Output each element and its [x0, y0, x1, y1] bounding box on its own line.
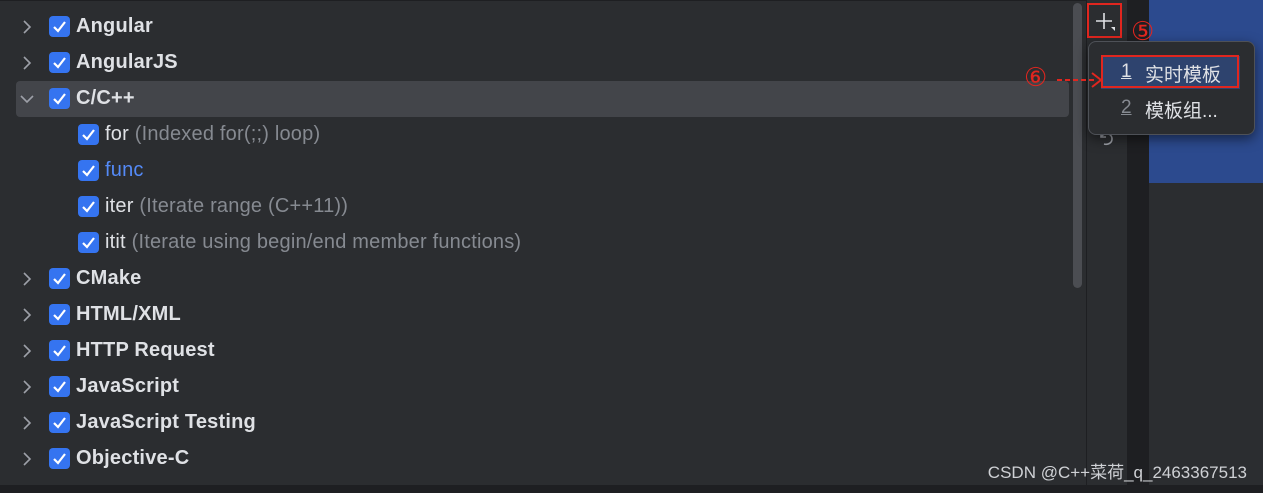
chevron-down-icon[interactable] [18, 90, 36, 108]
group-checkbox[interactable] [49, 376, 70, 397]
group-checkbox[interactable] [49, 52, 70, 73]
template-description: (Iterate range (C++11)) [139, 195, 349, 217]
bottom-border [0, 485, 1263, 493]
watermark: CSDN @C++菜荷_q_2463367513 [987, 463, 1247, 482]
group-checkbox[interactable] [49, 268, 70, 289]
chevron-right-icon[interactable] [18, 306, 36, 324]
chevron-right-icon[interactable] [18, 18, 36, 36]
template-abbreviation: itit [105, 231, 126, 253]
tree-group-cpp[interactable]: C/C++ [16, 81, 1069, 117]
chevron-right-icon[interactable] [18, 450, 36, 468]
group-checkbox[interactable] [49, 448, 70, 469]
group-label: Angular [76, 15, 153, 37]
group-label: JavaScript [76, 375, 180, 397]
live-templates-tree: Angular AngularJS C/C++ for (Indexed for… [0, 0, 1086, 486]
tree-group-angular[interactable]: Angular [0, 9, 1070, 45]
tree-group-angularjs[interactable]: AngularJS [0, 45, 1070, 81]
group-label: C/C++ [76, 87, 135, 109]
template-abbreviation: func [105, 159, 144, 181]
group-label: AngularJS [76, 51, 178, 73]
tree-group-http-request[interactable]: HTTP Request [0, 333, 1070, 369]
annotation-highlight-box [1101, 55, 1239, 88]
tree-group-html-xml[interactable]: HTML/XML [0, 297, 1070, 333]
vertical-scrollbar[interactable] [1073, 3, 1082, 288]
template-item-for[interactable]: for (Indexed for(;;) loop) [0, 117, 1070, 153]
chevron-right-icon[interactable] [18, 54, 36, 72]
template-abbreviation: for [105, 123, 129, 145]
group-label: CMake [76, 267, 142, 289]
tree-group-cmake[interactable]: CMake [0, 261, 1070, 297]
template-checkbox[interactable] [78, 124, 99, 145]
group-label: JavaScript Testing [76, 411, 256, 433]
tree-group-javascript-testing[interactable]: JavaScript Testing [0, 405, 1070, 441]
chevron-right-icon[interactable] [18, 414, 36, 432]
group-checkbox[interactable] [49, 304, 70, 325]
menu-item-label: 模板组... [1145, 101, 1218, 122]
template-description: (Indexed for(;;) loop) [134, 123, 321, 145]
plus-icon [1089, 10, 1120, 32]
add-button[interactable] [1087, 3, 1122, 38]
group-checkbox[interactable] [49, 88, 70, 109]
group-checkbox[interactable] [49, 340, 70, 361]
template-item-iter[interactable]: iter (Iterate range (C++11)) [0, 189, 1070, 225]
template-checkbox[interactable] [78, 232, 99, 253]
chevron-right-icon[interactable] [18, 270, 36, 288]
menu-mnemonic: 2 [1121, 97, 1132, 118]
group-checkbox[interactable] [49, 16, 70, 37]
group-checkbox[interactable] [49, 412, 70, 433]
tree-group-objective-c[interactable]: Objective-C [0, 441, 1070, 477]
group-label: HTTP Request [76, 339, 215, 361]
group-label: Objective-C [76, 447, 190, 469]
template-abbreviation: iter [105, 195, 134, 217]
chevron-right-icon[interactable] [18, 378, 36, 396]
template-checkbox[interactable] [78, 160, 99, 181]
tree-group-javascript[interactable]: JavaScript [0, 369, 1070, 405]
template-item-itit[interactable]: itit (Iterate using begin/end member fun… [0, 225, 1070, 261]
template-item-func[interactable]: func [0, 153, 1070, 189]
annotation-step-5: ⑤ [1131, 17, 1155, 47]
annotation-step-6: ⑥ [1024, 63, 1048, 93]
template-description: (Iterate using begin/end member function… [131, 231, 522, 253]
chevron-right-icon[interactable] [18, 342, 36, 360]
menu-item-template-group[interactable]: 2 模板组... [1101, 92, 1240, 125]
arrow-head-icon [1091, 71, 1103, 94]
group-label: HTML/XML [76, 303, 181, 325]
template-checkbox[interactable] [78, 196, 99, 217]
